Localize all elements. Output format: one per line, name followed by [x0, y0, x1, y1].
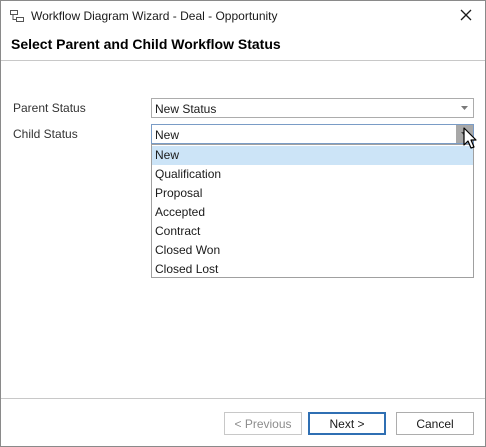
footer-divider: [1, 398, 485, 399]
chevron-down-icon[interactable]: [456, 99, 473, 117]
dropdown-option-contract[interactable]: Contract: [152, 222, 473, 241]
child-status-dropdown-list: New Qualification Proposal Accepted Cont…: [151, 144, 474, 278]
window-title: Workflow Diagram Wizard - Deal - Opportu…: [31, 9, 278, 23]
next-button[interactable]: Next >: [308, 412, 386, 435]
cancel-button[interactable]: Cancel: [396, 412, 474, 435]
parent-status-label: Parent Status: [13, 101, 86, 115]
dropdown-option-closed-won[interactable]: Closed Won: [152, 241, 473, 260]
parent-status-value: New Status: [155, 102, 217, 116]
dropdown-option-qualification[interactable]: Qualification: [152, 165, 473, 184]
parent-status-select[interactable]: New Status: [151, 98, 474, 118]
dropdown-option-new[interactable]: New: [152, 146, 473, 165]
title-bar: Workflow Diagram Wizard - Deal - Opportu…: [1, 1, 485, 31]
workflow-diagram-icon: [10, 10, 24, 22]
dropdown-option-accepted[interactable]: Accepted: [152, 203, 473, 222]
wizard-window: Workflow Diagram Wizard - Deal - Opportu…: [0, 0, 486, 447]
child-status-select[interactable]: New: [151, 124, 474, 144]
previous-button[interactable]: < Previous: [224, 412, 302, 435]
page-title: Select Parent and Child Workflow Status: [11, 36, 281, 52]
dropdown-option-proposal[interactable]: Proposal: [152, 184, 473, 203]
header-divider: [1, 60, 485, 61]
dropdown-option-closed-lost[interactable]: Closed Lost: [152, 260, 473, 279]
close-icon: [460, 9, 472, 24]
mouse-pointer-icon: [463, 127, 481, 151]
child-status-value: New: [155, 128, 180, 142]
child-status-label: Child Status: [13, 127, 78, 141]
close-button[interactable]: [447, 1, 485, 31]
